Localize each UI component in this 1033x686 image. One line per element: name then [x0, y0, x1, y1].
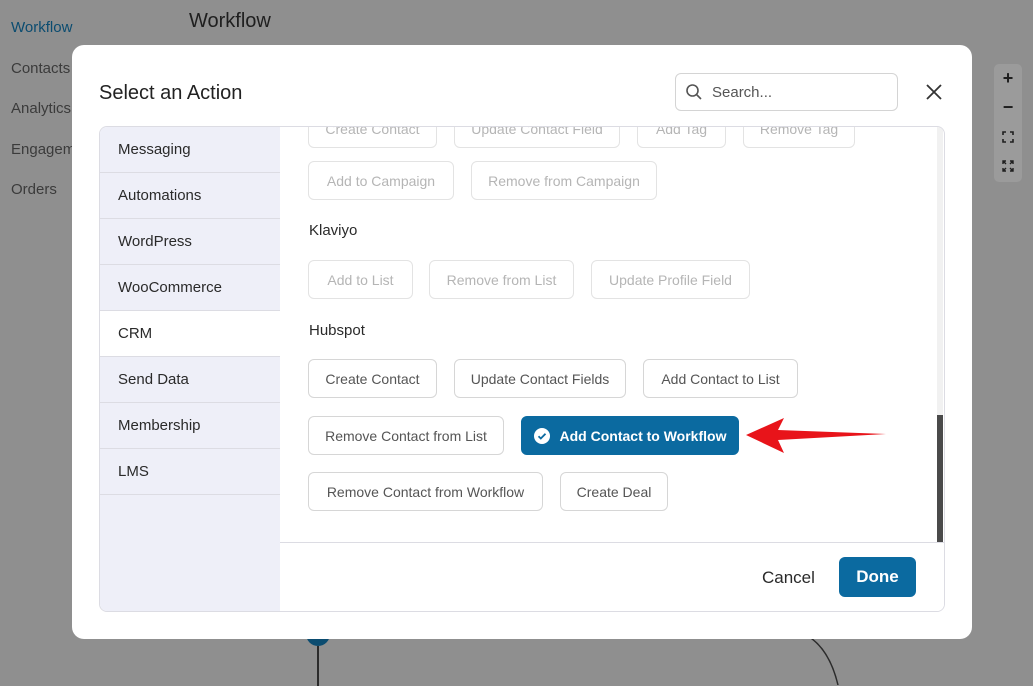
modal-footer: Cancel Done	[280, 542, 944, 611]
modal-title: Select an Action	[99, 82, 243, 104]
modal-body: Messaging Automations WordPress WooComme…	[99, 126, 945, 612]
action-add-tag[interactable]: Add Tag	[637, 127, 726, 148]
category-wordpress[interactable]: WordPress	[100, 219, 280, 265]
category-automations[interactable]: Automations	[100, 173, 280, 219]
annotation-arrow-icon	[746, 418, 886, 453]
zoom-in-button[interactable]: +	[994, 64, 1022, 93]
nav-item-orders[interactable]: Orders	[11, 181, 57, 198]
check-circle-icon	[533, 427, 550, 444]
action-hubspot-update-contact-fields[interactable]: Update Contact Fields	[454, 359, 626, 398]
action-update-profile-field[interactable]: Update Profile Field	[591, 260, 750, 299]
actions-list: Create Contact Update Contact Field Add …	[280, 127, 944, 542]
cancel-button[interactable]: Cancel	[762, 568, 815, 588]
selected-action-label: Add Contact to Workflow	[559, 427, 727, 444]
close-icon	[926, 84, 942, 100]
section-label-hubspot: Hubspot	[309, 322, 365, 339]
search-field	[675, 73, 898, 111]
action-hubspot-add-contact-to-list[interactable]: Add Contact to List	[643, 359, 798, 398]
fit-view-icon	[1002, 130, 1014, 143]
category-woocommerce[interactable]: WooCommerce	[100, 265, 280, 311]
done-button[interactable]: Done	[839, 557, 916, 597]
action-add-to-campaign[interactable]: Add to Campaign	[308, 161, 454, 200]
fullscreen-button[interactable]	[994, 151, 1022, 180]
action-update-contact-field[interactable]: Update Contact Field	[454, 127, 620, 148]
search-input[interactable]	[710, 82, 884, 102]
action-hubspot-remove-contact-from-workflow[interactable]: Remove Contact from Workflow	[308, 472, 543, 511]
nav-item-engagement[interactable]: Engagem	[11, 141, 75, 158]
fit-view-button[interactable]	[994, 122, 1022, 151]
action-hubspot-add-contact-to-workflow[interactable]: Add Contact to Workflow	[521, 416, 739, 455]
fullscreen-icon	[1002, 159, 1014, 172]
category-lms[interactable]: LMS	[100, 449, 280, 495]
close-button[interactable]	[923, 81, 945, 103]
nav-item-workflow[interactable]: Workflow	[11, 19, 72, 36]
action-create-contact[interactable]: Create Contact	[308, 127, 437, 148]
select-action-modal: Select an Action Messaging Automations W…	[72, 45, 972, 639]
section-label-klaviyo: Klaviyo	[309, 222, 358, 239]
action-hubspot-remove-contact-from-list[interactable]: Remove Contact from List	[308, 416, 504, 455]
canvas-zoom-controls: + −	[994, 64, 1022, 182]
workflow-connector	[317, 646, 319, 686]
action-add-to-list[interactable]: Add to List	[308, 260, 413, 299]
category-send-data[interactable]: Send Data	[100, 357, 280, 403]
category-sidebar: Messaging Automations WordPress WooComme…	[100, 127, 280, 611]
action-remove-tag[interactable]: Remove Tag	[743, 127, 855, 148]
action-hubspot-create-deal[interactable]: Create Deal	[560, 472, 668, 511]
category-membership[interactable]: Membership	[100, 403, 280, 449]
page-title: Workflow	[189, 10, 271, 32]
action-remove-from-list[interactable]: Remove from List	[429, 260, 574, 299]
nav-item-analytics[interactable]: Analytics	[11, 100, 71, 117]
nav-item-contacts[interactable]: Contacts	[11, 60, 70, 77]
scrollbar-thumb[interactable]	[937, 415, 943, 542]
category-crm[interactable]: CRM	[100, 311, 280, 357]
category-messaging[interactable]: Messaging	[100, 127, 280, 173]
action-hubspot-create-contact[interactable]: Create Contact	[308, 359, 437, 398]
zoom-out-button[interactable]: −	[994, 93, 1022, 122]
search-icon	[685, 83, 703, 101]
action-remove-from-campaign[interactable]: Remove from Campaign	[471, 161, 657, 200]
